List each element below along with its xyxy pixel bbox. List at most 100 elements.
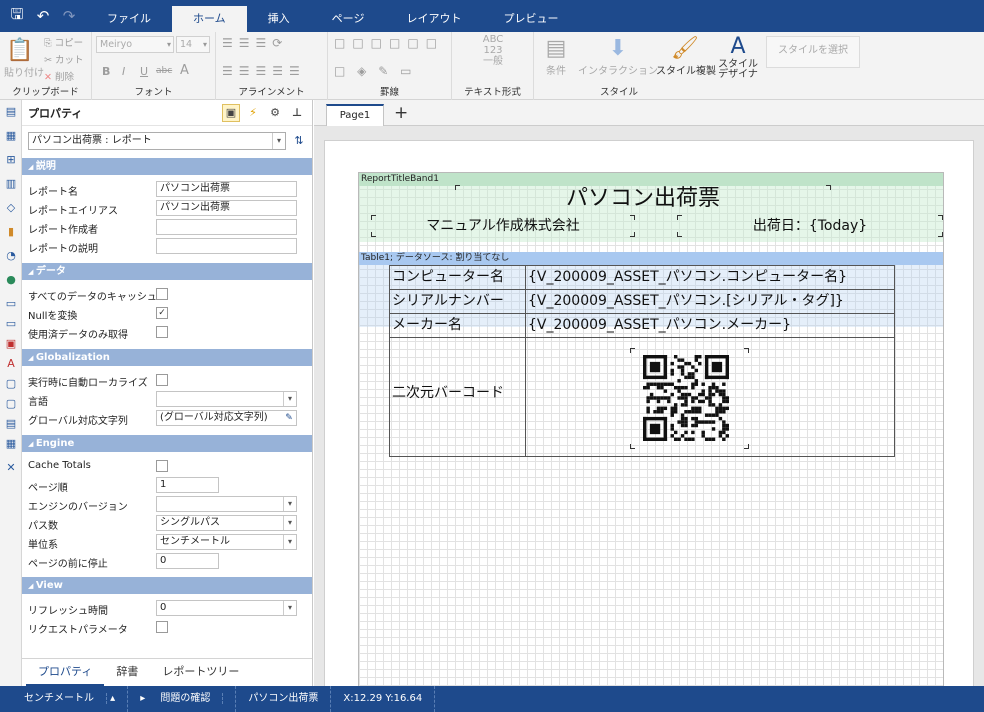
section-data[interactable]: データ [22, 263, 312, 280]
language-select[interactable] [156, 391, 297, 407]
italic-button[interactable]: I [122, 65, 125, 78]
add-page-button[interactable]: + [394, 103, 408, 123]
panel-icon[interactable]: ▢ [3, 376, 19, 392]
condition-button[interactable]: ▤ 条件 [538, 36, 574, 77]
table-band-header[interactable]: Table1; データソース: 割り当てなし [359, 252, 943, 265]
border-buttons-top[interactable]: □□□□□□ [334, 36, 444, 50]
table-label-cell[interactable]: メーカー名 [390, 314, 526, 338]
auto-localize-checkbox[interactable] [156, 374, 168, 386]
pass-count-select[interactable]: シングルパス [156, 515, 297, 531]
table-label-cell[interactable]: コンピューター名 [390, 266, 526, 290]
table-value-cell[interactable]: {V_200009_ASSET_パソコン.コンピューター名} [526, 266, 895, 290]
ship-date-text[interactable]: 出荷日：{Today} [677, 215, 943, 237]
company-name-text[interactable]: マニュアル作成株式会社 [371, 215, 635, 237]
undo-icon[interactable]: ↶ [30, 0, 56, 32]
problem-check-button[interactable]: ▸ 問題の確認 [128, 686, 237, 712]
table-label-cell[interactable]: 二次元バーコード [390, 338, 526, 456]
section-engine[interactable]: Engine [22, 435, 312, 452]
font-size-select[interactable]: 14 [176, 36, 210, 53]
object-selector[interactable]: パソコン出荷票 : レポート [28, 132, 286, 150]
unit-selector[interactable]: センチメートル ▴ [0, 686, 129, 712]
page-grid[interactable]: ReportTitleBand1 パソコン出荷票 マニュアル作成株式会社 出荷日… [358, 172, 944, 702]
font-color-button[interactable]: A [180, 63, 189, 78]
page-order-field[interactable]: 1 [156, 477, 219, 493]
section-view[interactable]: View [22, 577, 312, 594]
cache-all-checkbox[interactable] [156, 288, 168, 300]
interaction-button[interactable]: ⬇ インタラクション [578, 36, 658, 77]
text-format-button[interactable]: ABC 123 一般 [468, 34, 518, 67]
align-top-row[interactable]: ☰☰☰⟳ [222, 36, 288, 50]
events-icon[interactable]: ⚡ [244, 104, 262, 122]
settings-gear-icon[interactable]: ⚙ [266, 104, 284, 122]
section-description[interactable]: 説明 [22, 158, 312, 175]
border-buttons-bottom[interactable]: □ ◈ ✎ ▭ [334, 64, 415, 78]
engine-version-select[interactable] [156, 496, 297, 512]
tab-insert[interactable]: 挿入 [247, 6, 311, 32]
unit-system-select[interactable]: センチメートル [156, 534, 297, 550]
page-tab[interactable]: Page1 [326, 104, 384, 126]
table-label-cell[interactable]: シリアルナンバー [390, 290, 526, 314]
properties-view-icon[interactable]: ▣ [222, 103, 240, 122]
convert-null-checkbox[interactable]: ✓ [156, 307, 168, 319]
chart-icon[interactable]: ▮ [3, 224, 19, 240]
text-box-icon[interactable]: A [3, 356, 19, 372]
strike-button[interactable]: abc [156, 66, 172, 76]
tab-preview[interactable]: プレビュー [482, 6, 579, 32]
underline-button[interactable]: U [140, 65, 148, 78]
clone-icon[interactable]: ▢ [3, 396, 19, 412]
font-family-select[interactable]: Meiryo [96, 36, 174, 53]
bold-button[interactable]: B [102, 65, 110, 78]
tab-properties[interactable]: プロパティ [26, 660, 105, 686]
tab-layout[interactable]: レイアウト [385, 6, 482, 32]
band-icon[interactable]: ▤ [3, 104, 19, 120]
rich-text-icon[interactable]: ▭ [3, 316, 19, 332]
gauge-icon[interactable]: ◔ [3, 248, 19, 264]
align-bottom-row[interactable]: ☰☰☰☰☰ [222, 64, 306, 78]
refresh-time-select[interactable]: 0 [156, 600, 297, 616]
qr-code-icon[interactable] [643, 355, 729, 441]
style-designer-button[interactable]: A スタイル デザイナ [714, 34, 762, 80]
table-value-cell[interactable]: {V_200009_ASSET_パソコン.[シリアル・タグ]} [526, 290, 895, 314]
section-globalization[interactable]: Globalization [22, 349, 312, 366]
request-params-checkbox[interactable] [156, 621, 168, 633]
data-table[interactable]: コンピューター名 {V_200009_ASSET_パソコン.コンピューター名} … [389, 265, 895, 457]
subreport-icon[interactable]: ▤ [3, 416, 19, 432]
map-icon[interactable]: ● [3, 272, 19, 288]
global-string-field[interactable]: (グローバル対応文字列) ✎ [156, 410, 297, 426]
table-value-cell[interactable] [526, 338, 895, 456]
tab-report-tree[interactable]: レポートツリー [150, 660, 251, 686]
report-author-field[interactable] [156, 219, 297, 235]
cut-button[interactable]: ✂ カット [44, 52, 84, 66]
delete-button[interactable]: ✕ 削除 [44, 69, 74, 83]
report-alias-field[interactable]: パソコン出荷票 [156, 200, 297, 216]
sort-icon[interactable]: ⇅ [290, 132, 308, 150]
tab-dictionary[interactable]: 辞書 [104, 660, 150, 686]
shape-icon[interactable]: ◇ [3, 200, 19, 216]
paste-button[interactable]: 📋 貼り付け [4, 38, 44, 79]
barcode-icon[interactable]: ▥ [3, 176, 19, 192]
report-title-text[interactable]: パソコン出荷票 [455, 185, 831, 213]
redo-icon[interactable]: ↷ [56, 0, 82, 32]
stop-before-page-field[interactable]: 0 [156, 553, 219, 569]
tab-home[interactable]: ホーム [172, 6, 247, 32]
tools-icon[interactable]: ✕ [3, 460, 19, 476]
tab-page[interactable]: ページ [311, 6, 386, 32]
report-name-field[interactable]: パソコン出荷票 [156, 181, 297, 197]
report-page: ReportTitleBand1 パソコン出荷票 マニュアル作成株式会社 出荷日… [324, 140, 974, 702]
table-value-cell[interactable]: {V_200009_ASSET_パソコン.メーカー} [526, 314, 895, 338]
text-icon[interactable]: ▭ [3, 296, 19, 312]
copy-style-button[interactable]: 🖌 スタイル複製 [656, 36, 716, 77]
report-description-field[interactable] [156, 238, 297, 254]
table-icon[interactable]: ▦ [3, 436, 19, 452]
tab-file[interactable]: ファイル [86, 6, 172, 32]
component-icon[interactable]: ⊞ [3, 152, 19, 168]
cross-band-icon[interactable]: ▦ [3, 128, 19, 144]
style-select-box[interactable]: スタイルを選択 [766, 36, 860, 68]
copy-button[interactable]: ⎘ コピー [44, 35, 83, 49]
edit-pencil-icon[interactable]: ✎ [282, 411, 296, 425]
save-icon[interactable]: 🖫 [4, 0, 30, 32]
pin-icon[interactable]: ⊥ [288, 104, 306, 122]
image-icon[interactable]: ▣ [3, 336, 19, 352]
cache-totals-checkbox[interactable] [156, 460, 168, 472]
retrieve-used-data-checkbox[interactable] [156, 326, 168, 338]
